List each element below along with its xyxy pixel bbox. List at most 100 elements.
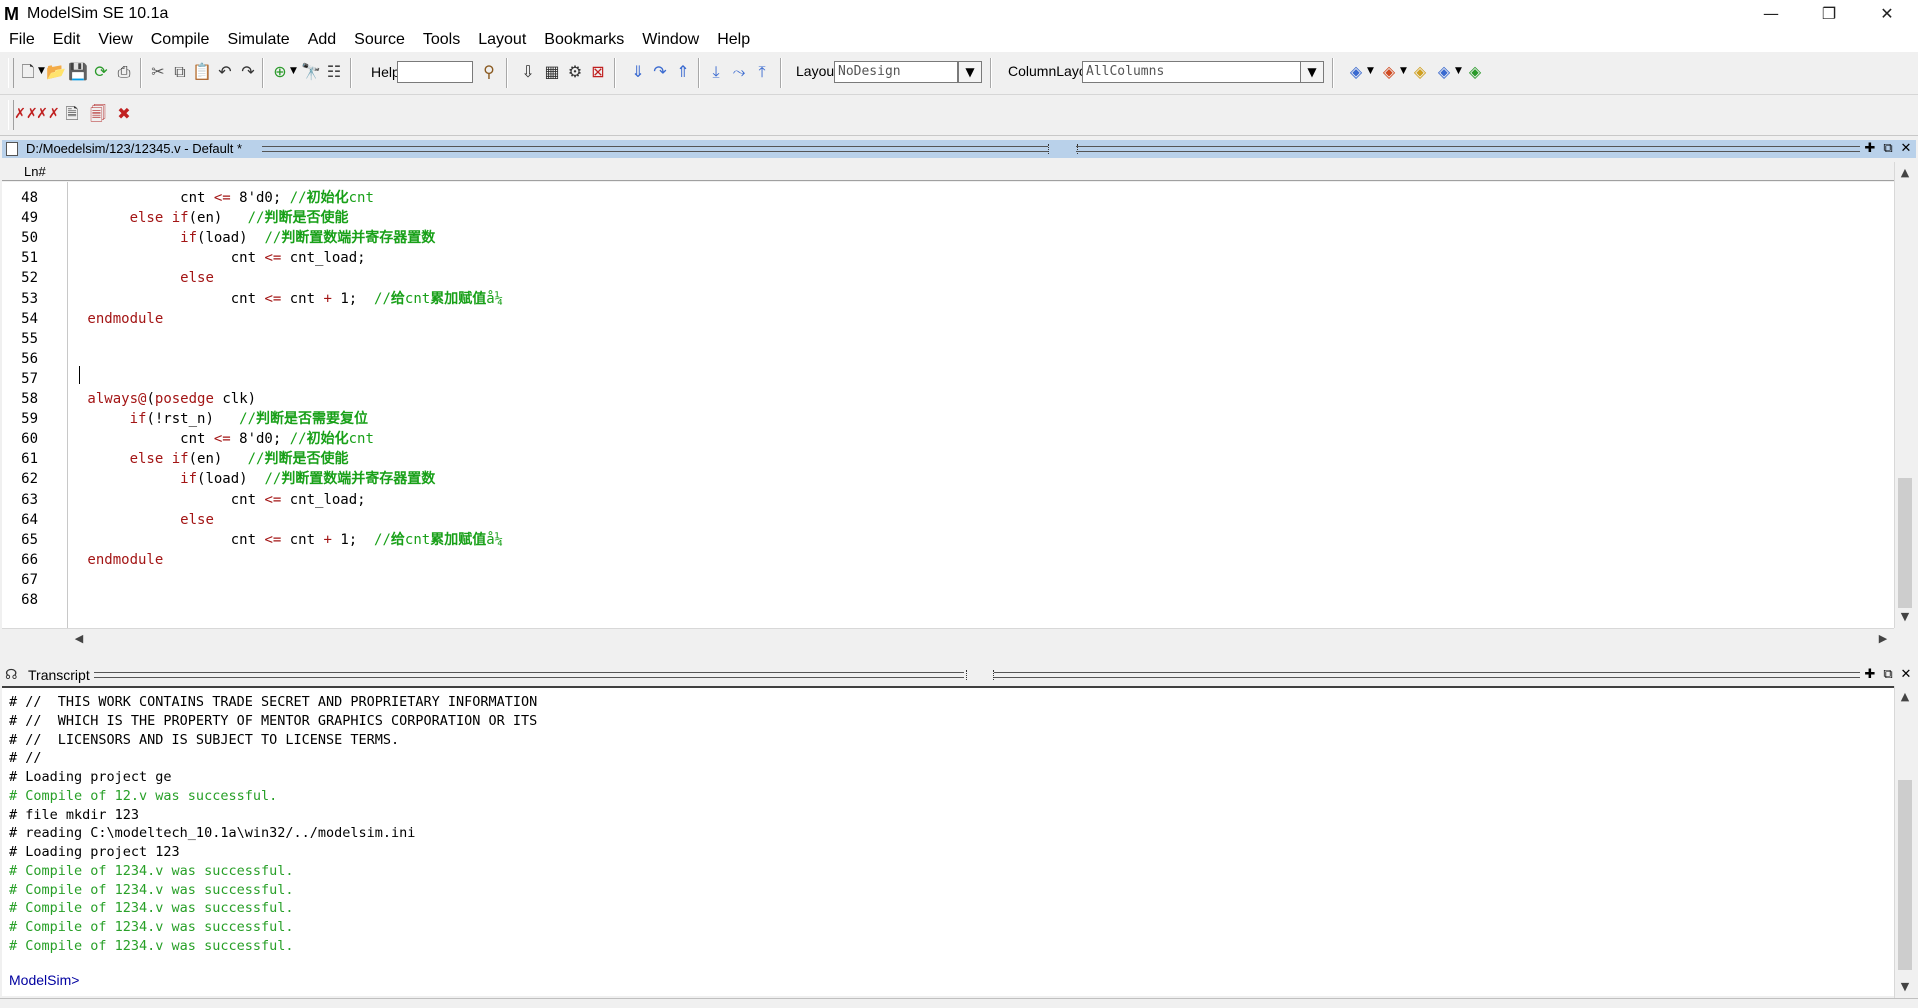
header-grip[interactable] bbox=[966, 670, 994, 680]
step-into-all-icon[interactable]: ⤓ bbox=[704, 60, 728, 84]
operator-token: <= bbox=[264, 291, 282, 307]
code-token: (load) bbox=[197, 230, 265, 246]
column-layout-dropdown-arrow-icon[interactable]: ▼ bbox=[1300, 61, 1324, 83]
step-out-all-icon[interactable]: ⤒ bbox=[750, 60, 774, 84]
cut-icon[interactable]: ✂ bbox=[146, 60, 170, 84]
scroll-up-icon[interactable]: ▲ bbox=[1896, 688, 1914, 706]
scroll-down-icon[interactable]: ▼ bbox=[1896, 978, 1914, 996]
delete-breakpoints-icon[interactable]: ✗✗ bbox=[14, 102, 38, 126]
code-line[interactable]: cnt <= cnt + 1; //给cnt累加赋值å¼ bbox=[79, 289, 503, 309]
code-line[interactable]: else bbox=[79, 510, 214, 530]
menu-file[interactable]: File bbox=[0, 28, 44, 52]
copy-icon[interactable]: ⧉ bbox=[168, 60, 192, 84]
dropdown-arrow-icon[interactable]: ▼ bbox=[290, 66, 297, 76]
new-file-icon[interactable]: 🗋 bbox=[16, 60, 40, 84]
disable-breakpoints-icon[interactable]: ✗✗ bbox=[36, 102, 60, 126]
print-icon[interactable]: ⎙ bbox=[112, 60, 136, 84]
code-line[interactable]: else if(en) //判断是否使能 bbox=[79, 449, 349, 469]
find-binoculars-icon[interactable]: 🔭 bbox=[299, 60, 323, 84]
code-line[interactable]: endmodule bbox=[79, 309, 163, 329]
tool-pin-icon[interactable]: ✖ bbox=[112, 102, 136, 126]
paste-icon[interactable]: 📋 bbox=[190, 60, 214, 84]
menu-edit[interactable]: Edit bbox=[44, 28, 90, 52]
close-pane-icon[interactable]: ✕ bbox=[1898, 667, 1914, 683]
scroll-down-icon[interactable]: ▼ bbox=[1896, 608, 1914, 626]
toolbar-grip[interactable] bbox=[8, 58, 14, 88]
column-layout-select[interactable]: AllColumns bbox=[1082, 61, 1302, 83]
code-line[interactable]: if(load) //判断置数端并寄存器置数 bbox=[79, 469, 435, 489]
document-edit-icon[interactable]: 🗐 bbox=[86, 102, 110, 126]
wave-cursor-icon[interactable]: ◈ bbox=[1377, 60, 1401, 84]
compile-all-icon[interactable]: ▦ bbox=[540, 60, 564, 84]
menu-view[interactable]: View bbox=[89, 28, 141, 52]
dropdown-arrow-icon[interactable]: ▼ bbox=[1400, 66, 1407, 76]
save-icon[interactable]: 💾 bbox=[66, 60, 90, 84]
undo-icon[interactable]: ↶ bbox=[213, 60, 237, 84]
code-line[interactable]: if(load) //判断置数端并寄存器置数 bbox=[79, 228, 435, 248]
dropdown-arrow-icon[interactable]: ▼ bbox=[1367, 66, 1374, 76]
code-line[interactable]: always@(posedge clk) bbox=[79, 389, 256, 409]
scroll-thumb[interactable] bbox=[1898, 780, 1912, 970]
scroll-thumb[interactable] bbox=[1898, 478, 1912, 608]
code-line[interactable]: cnt <= cnt_load; bbox=[79, 490, 366, 510]
help-search-icon[interactable]: ⚲ bbox=[477, 60, 501, 84]
wave-edit-icon[interactable]: ◈ bbox=[1408, 60, 1432, 84]
help-search-input[interactable] bbox=[397, 61, 473, 83]
menu-layout[interactable]: Layout bbox=[469, 28, 535, 52]
undock-icon[interactable]: ⧉ bbox=[1880, 667, 1896, 683]
transcript-line: # Compile of 1234.v was successful. bbox=[9, 882, 294, 898]
open-folder-icon[interactable]: 📂 bbox=[44, 60, 68, 84]
dock-icon[interactable]: ✚ bbox=[1862, 667, 1878, 683]
add-circle-icon[interactable]: ⊕ bbox=[268, 60, 292, 84]
command-prompt[interactable]: ModelSim> bbox=[9, 971, 79, 989]
comment-token: // bbox=[247, 451, 265, 467]
undock-icon[interactable]: ⧉ bbox=[1880, 141, 1896, 157]
menu-compile[interactable]: Compile bbox=[142, 28, 219, 52]
menu-add[interactable]: Add bbox=[299, 28, 345, 52]
compile-icon[interactable]: ⇩ bbox=[516, 60, 540, 84]
code-line[interactable]: cnt <= cnt + 1; //给cnt累加赋值å¼ bbox=[79, 530, 503, 550]
step-into-icon[interactable]: ⇓ bbox=[626, 60, 650, 84]
dropdown-arrow-icon[interactable]: ▼ bbox=[1455, 66, 1462, 76]
close-pane-icon[interactable]: ✕ bbox=[1898, 141, 1914, 157]
list-icon[interactable]: ☷ bbox=[322, 60, 346, 84]
step-out-icon[interactable]: ⇑ bbox=[671, 60, 695, 84]
break-icon[interactable]: ⊠ bbox=[586, 60, 610, 84]
document-icon[interactable]: 🗎 bbox=[60, 102, 84, 126]
line-number: 67 bbox=[21, 572, 38, 588]
code-line[interactable]: else if(en) //判断是否使能 bbox=[79, 208, 349, 228]
wave-add-icon[interactable]: ◈ bbox=[1463, 60, 1487, 84]
redo-icon[interactable]: ↷ bbox=[236, 60, 260, 84]
menu-simulate[interactable]: Simulate bbox=[218, 28, 298, 52]
wave-zoom-icon[interactable]: ◈ bbox=[1344, 60, 1368, 84]
layout-select[interactable]: NoDesign bbox=[834, 61, 958, 83]
comment-token: cnt bbox=[404, 291, 431, 307]
code-line[interactable]: cnt <= 8'd0; //初始化cnt bbox=[79, 188, 374, 208]
column-header bbox=[2, 162, 1894, 181]
dock-icon[interactable]: ✚ bbox=[1862, 141, 1878, 157]
code-line[interactable]: if(!rst_n) //判断是否需要复位 bbox=[79, 409, 368, 429]
menu-window[interactable]: Window bbox=[633, 28, 708, 52]
layout-dropdown-arrow-icon[interactable]: ▼ bbox=[958, 61, 982, 83]
scroll-right-icon[interactable]: ▶ bbox=[1874, 630, 1892, 648]
scroll-left-icon[interactable]: ◀ bbox=[70, 630, 88, 648]
code-line[interactable]: endmodule bbox=[79, 550, 163, 570]
menu-help[interactable]: Help bbox=[708, 28, 759, 52]
menu-source[interactable]: Source bbox=[345, 28, 414, 52]
simulate-icon[interactable]: ⚙ bbox=[563, 60, 587, 84]
wave-group-icon[interactable]: ◈ bbox=[1432, 60, 1456, 84]
menu-tools[interactable]: Tools bbox=[414, 28, 469, 52]
scroll-up-icon[interactable]: ▲ bbox=[1896, 164, 1914, 182]
code-line[interactable]: cnt <= 8'd0; //初始化cnt bbox=[79, 429, 374, 449]
restore-button[interactable]: ❐ bbox=[1800, 0, 1858, 28]
code-line[interactable]: else bbox=[79, 268, 214, 288]
minimize-button[interactable]: — bbox=[1742, 0, 1800, 28]
step-over-icon[interactable]: ↷ bbox=[648, 60, 672, 84]
source-horizontal-scrollbar[interactable] bbox=[2, 628, 1894, 649]
menu-bookmarks[interactable]: Bookmarks bbox=[535, 28, 633, 52]
step-over-all-icon[interactable]: ⤳ bbox=[727, 60, 751, 84]
code-line[interactable]: cnt <= cnt_load; bbox=[79, 248, 366, 268]
close-button[interactable]: ✕ bbox=[1858, 0, 1916, 28]
refresh-icon[interactable]: ⟳ bbox=[89, 60, 113, 84]
header-grip[interactable] bbox=[1048, 144, 1078, 154]
